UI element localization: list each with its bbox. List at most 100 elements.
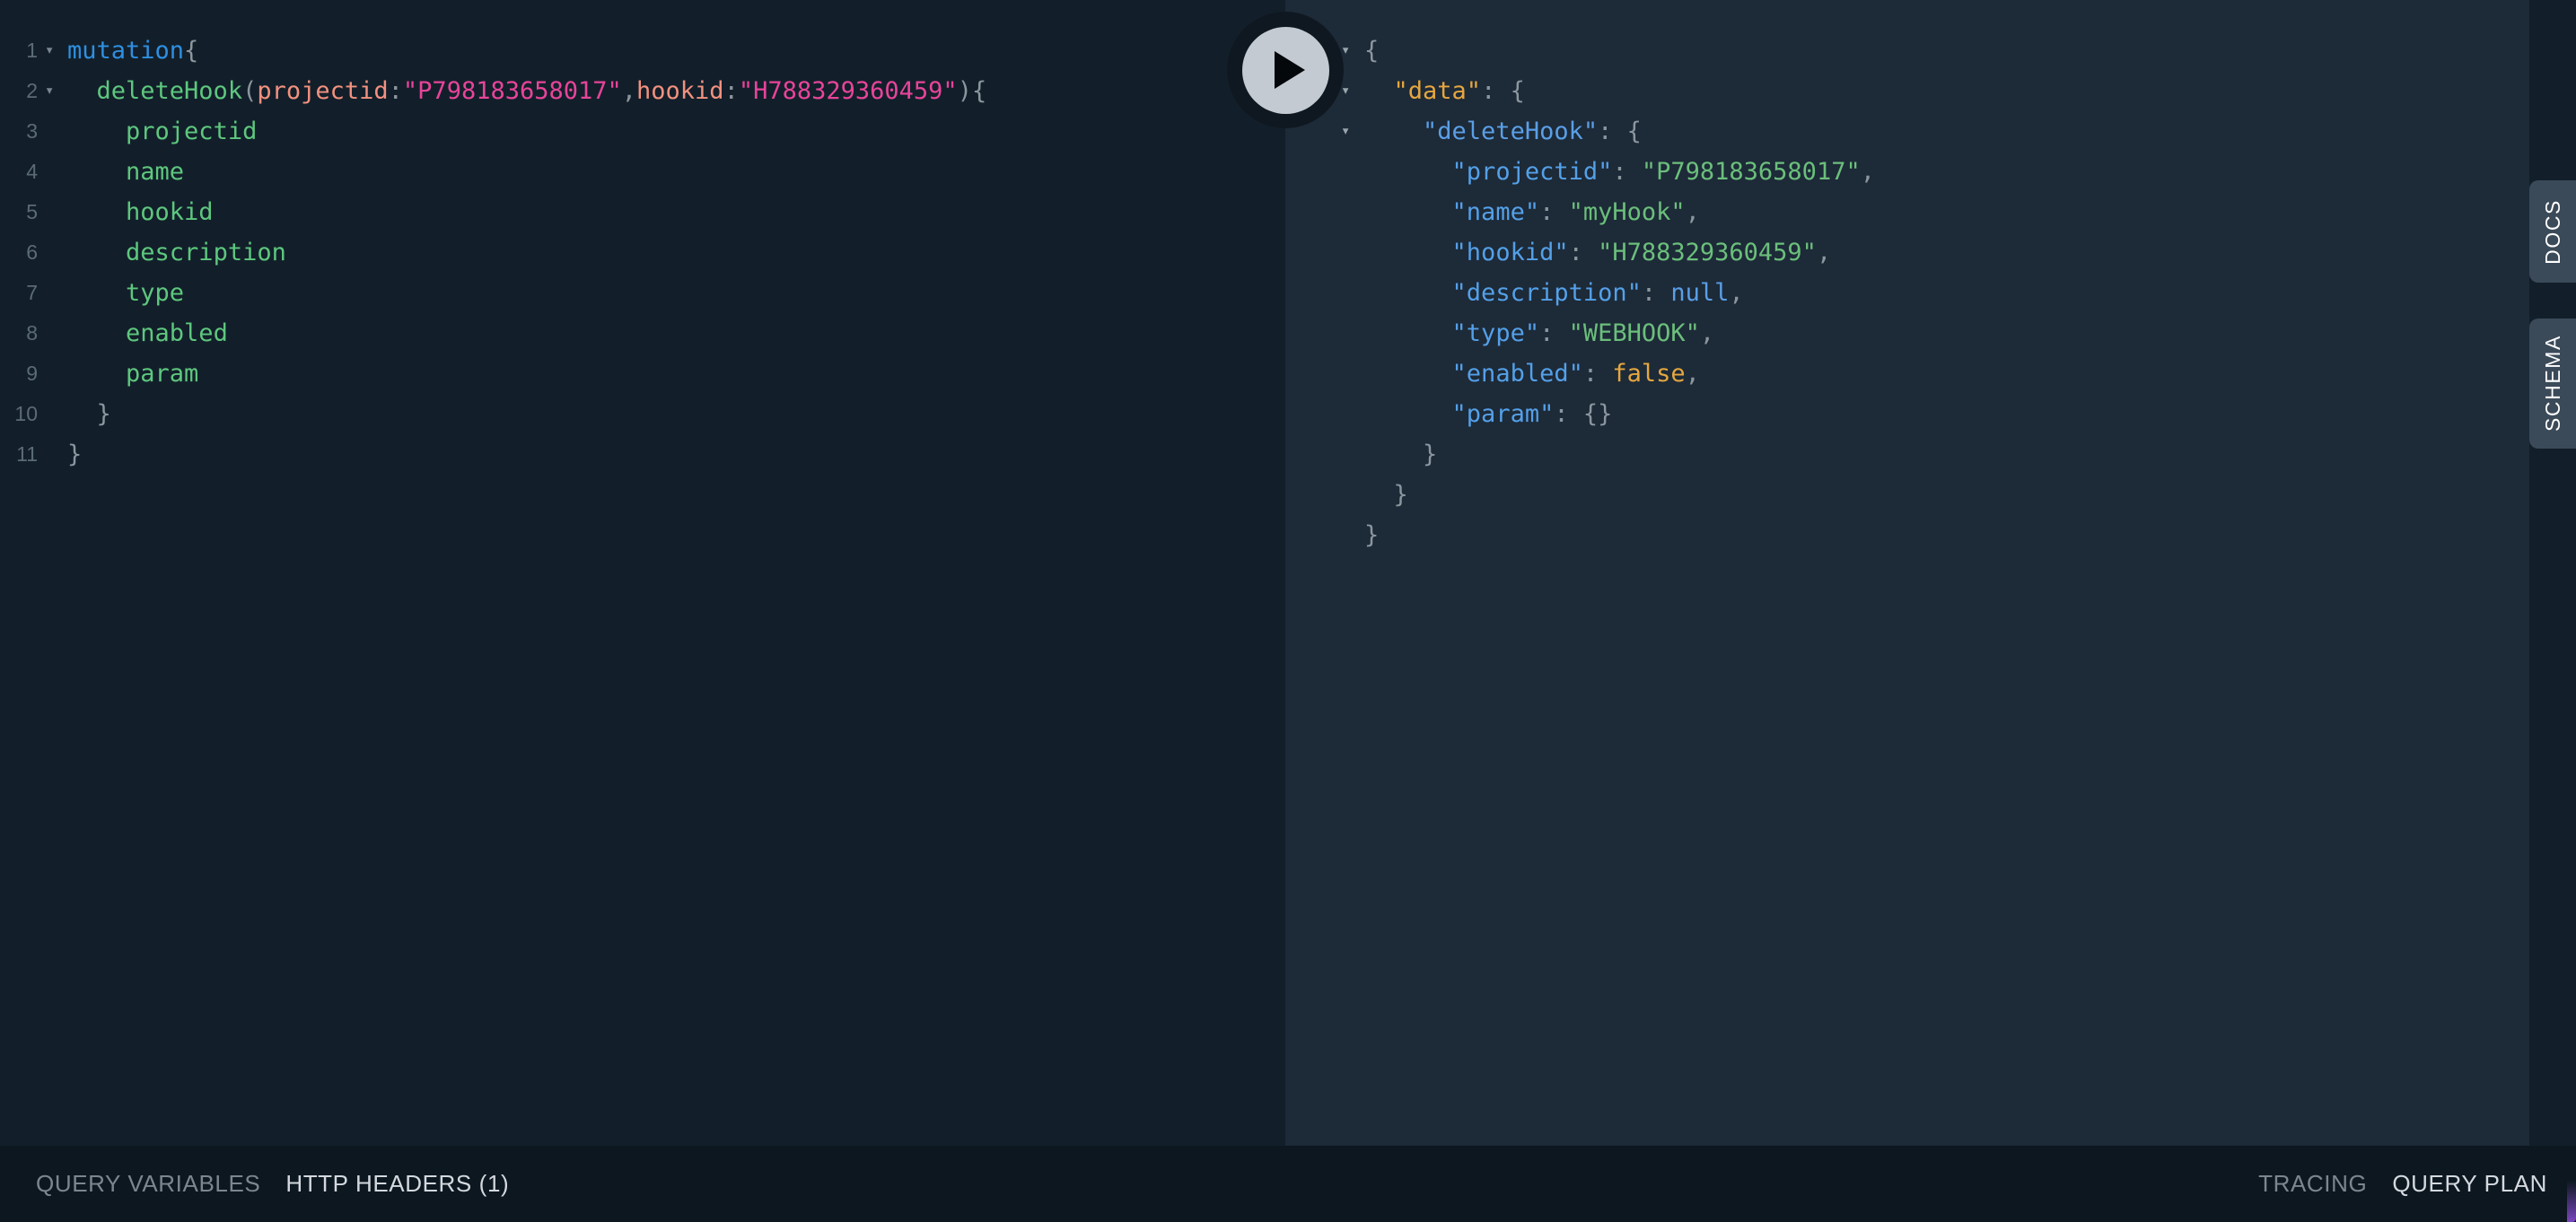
- response-line: ▾{: [1285, 31, 2529, 71]
- json-token: "type": [1451, 319, 1540, 347]
- json-token: ,: [1816, 239, 1832, 266]
- response-line-text: }: [1364, 515, 1379, 555]
- code-token: ): [957, 77, 972, 105]
- fold-arrow-icon[interactable]: ▾: [1341, 71, 1357, 111]
- code-token: enabled: [126, 319, 228, 347]
- line-number: 8: [26, 321, 38, 345]
- json-token: :: [1582, 360, 1613, 388]
- code-token: {: [184, 37, 199, 65]
- json-token: {}: [1582, 400, 1613, 428]
- json-token: false: [1612, 360, 1686, 388]
- line-number: 2: [26, 79, 38, 102]
- json-token: ,: [1860, 158, 1875, 186]
- bottom-tab-right-0[interactable]: TRACING: [2258, 1170, 2367, 1198]
- fold-arrow-icon[interactable]: ▾: [45, 71, 59, 111]
- json-token: "param": [1451, 400, 1555, 428]
- line-number: 1: [26, 39, 38, 62]
- response-line-text: "type": "WEBHOOK",: [1364, 313, 1715, 354]
- code-token: :: [723, 77, 739, 105]
- docs-tab[interactable]: DOCS: [2529, 180, 2576, 283]
- editor-line-text: param: [67, 354, 198, 394]
- json-token: }: [1364, 441, 1438, 468]
- json-token: "deleteHook": [1423, 118, 1599, 145]
- response-line: "hookid": "H788329360459",: [1285, 232, 2529, 273]
- code-token: ,: [621, 77, 637, 105]
- bottom-tab-left-1[interactable]: HTTP HEADERS (1): [285, 1170, 509, 1198]
- code-token: type: [126, 279, 185, 307]
- editor-line[interactable]: 8 enabled: [0, 313, 1285, 354]
- json-token: "data": [1393, 77, 1482, 105]
- json-token: null: [1670, 279, 1730, 307]
- corner-accent: [2567, 1181, 2576, 1222]
- code-token: name: [126, 158, 185, 186]
- editor-line[interactable]: 4 name: [0, 152, 1285, 192]
- response-line: }: [1285, 515, 2529, 555]
- response-line-text: }: [1364, 434, 1437, 475]
- bottom-tab-left-0[interactable]: QUERY VARIABLES: [36, 1170, 260, 1198]
- docs-tab-label: DOCS: [2540, 198, 2564, 265]
- json-token: :: [1612, 158, 1642, 186]
- json-token: "WEBHOOK": [1568, 319, 1700, 347]
- bottom-tab-right-1[interactable]: QUERY PLAN: [2392, 1170, 2547, 1198]
- code-token: mutation: [67, 37, 185, 65]
- response-viewer-pane[interactable]: ▾{▾ "data": {▾ "deleteHook": { "projecti…: [1285, 0, 2529, 1146]
- editor-line[interactable]: 11}: [0, 434, 1285, 475]
- json-token: "hookid": [1451, 239, 1569, 266]
- query-editor-code[interactable]: 1 ▾ mutation{2 ▾ deleteHook(projectid:"P798…: [0, 0, 1285, 475]
- line-number: 5: [26, 200, 38, 223]
- line-number: 6: [26, 240, 38, 264]
- code-token: projectid: [126, 118, 258, 145]
- json-token: : {: [1481, 77, 1525, 105]
- response-line: ▾ "data": {: [1285, 71, 2529, 111]
- json-token: :: [1568, 239, 1599, 266]
- editor-line[interactable]: 10 }: [0, 394, 1285, 434]
- code-token: hookid: [636, 77, 724, 105]
- query-editor-pane[interactable]: 1 ▾ mutation{2 ▾ deleteHook(projectid:"P798…: [0, 0, 1285, 1146]
- editor-line[interactable]: 9 param: [0, 354, 1285, 394]
- editor-line-text: mutation{: [67, 31, 198, 71]
- code-token: }: [96, 400, 111, 428]
- editor-line[interactable]: 2 ▾ deleteHook(projectid:"P798183658017",…: [0, 71, 1285, 111]
- editor-line-text: hookid: [67, 192, 214, 232]
- code-token: deleteHook: [96, 77, 243, 105]
- response-line-text: "deleteHook": {: [1364, 111, 1642, 152]
- json-token: : {: [1598, 118, 1642, 145]
- json-token: "enabled": [1451, 360, 1583, 388]
- response-line-text: "description": null,: [1364, 273, 1744, 313]
- json-token: "P798183658017": [1641, 158, 1861, 186]
- fold-arrow-icon[interactable]: ▾: [1341, 111, 1357, 152]
- response-line-text: }: [1364, 475, 1408, 515]
- editor-line-text: type: [67, 273, 184, 313]
- schema-tab[interactable]: SCHEMA: [2529, 319, 2576, 449]
- editor-line-text: }: [67, 434, 82, 475]
- fold-arrow-icon[interactable]: ▾: [45, 31, 59, 71]
- json-token: :: [1539, 198, 1569, 226]
- response-line: ▾ "deleteHook": {: [1285, 111, 2529, 152]
- editor-line[interactable]: 5 hookid: [0, 192, 1285, 232]
- json-token: ,: [1685, 360, 1700, 388]
- response-line: "name": "myHook",: [1285, 192, 2529, 232]
- response-line-text: "name": "myHook",: [1364, 192, 1700, 232]
- editor-line[interactable]: 6 description: [0, 232, 1285, 273]
- json-token: ,: [1729, 279, 1744, 307]
- editor-line-text: name: [67, 152, 184, 192]
- json-token: {: [1364, 37, 1380, 65]
- execute-query-button[interactable]: [1227, 12, 1344, 128]
- response-line: "param": {}: [1285, 394, 2529, 434]
- editor-line[interactable]: 7 type: [0, 273, 1285, 313]
- code-token: projectid: [257, 77, 389, 105]
- code-token: }: [67, 441, 83, 468]
- json-token: ,: [1685, 198, 1700, 226]
- editor-line[interactable]: 1 ▾ mutation{: [0, 31, 1285, 71]
- editor-line[interactable]: 3 projectid: [0, 111, 1285, 152]
- response-viewer-code: ▾{▾ "data": {▾ "deleteHook": { "projecti…: [1285, 0, 2529, 555]
